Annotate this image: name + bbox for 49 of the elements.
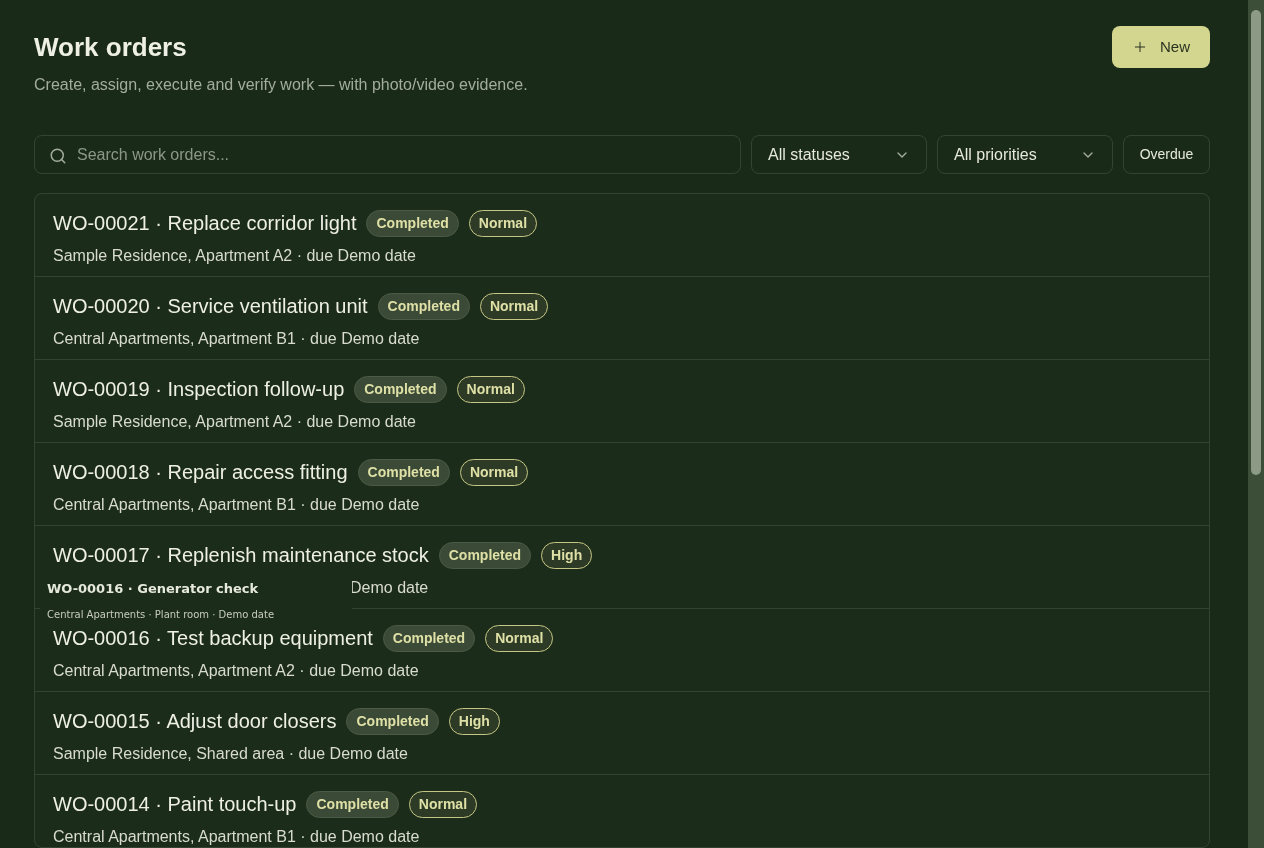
work-order-title: WO-00015 · Adjust door closers bbox=[53, 709, 337, 735]
work-order-title: WO-00017 · Replenish maintenance stock bbox=[53, 543, 429, 569]
work-order-title: WO-00016 · Test backup equipment bbox=[53, 626, 373, 652]
work-order-title: WO-00020 · Service ventilation unit bbox=[53, 294, 368, 320]
priority-dropdown[interactable]: All priorities bbox=[937, 135, 1113, 175]
work-order-title: WO-00021 · Replace corridor light bbox=[53, 211, 357, 237]
search-field[interactable]: Search work orders... bbox=[34, 135, 741, 175]
work-order-title: WO-00019 · Inspection follow-up bbox=[53, 377, 345, 403]
work-order-title: WO-00018 · Repair access fitting bbox=[53, 460, 348, 486]
work-order-row[interactable]: WO-00015 · Adjust door closers Completed High Sample Residence, Shared area · due Demo date bbox=[35, 692, 1209, 776]
work-order-details: Sample Residence, Shared area · due Demo date bbox=[53, 744, 408, 765]
status-tag: Completed bbox=[377, 292, 470, 320]
work-order-title: WO-00014 · Paint touch-up bbox=[53, 792, 297, 818]
priority-tag: Normal bbox=[456, 375, 525, 403]
status-tag: Completed bbox=[382, 624, 476, 652]
status-dropdown[interactable]: All statuses bbox=[751, 135, 927, 175]
priority-tag: High bbox=[541, 541, 593, 569]
priority-tag: Normal bbox=[459, 458, 529, 486]
new-button[interactable]: New bbox=[1112, 26, 1210, 68]
status-tag: Completed bbox=[306, 790, 399, 818]
priority-tag: Normal bbox=[468, 209, 538, 237]
status-tag: Completed bbox=[357, 458, 450, 486]
search-icon bbox=[49, 147, 67, 165]
status-tag: Completed bbox=[354, 375, 447, 403]
work-order-row[interactable]: WO-00014 · Paint touch-up Completed Normal Central Apartments, Apartment B1 · due Demo date bbox=[35, 775, 1209, 847]
work-order-details: Central Apartments, Apartment B1 · due Demo date bbox=[53, 329, 420, 350]
work-order-details: Sample Residence, Apartment A2 · due Demo date bbox=[53, 412, 416, 433]
priority-tag: Normal bbox=[485, 624, 554, 652]
work-order-row[interactable]: WO-00021 · Replace corridor light Completed Normal Sample Residence, Apartment A2 · due Demo date bbox=[35, 194, 1209, 278]
plus-icon bbox=[1132, 39, 1148, 55]
status-tag: Completed bbox=[346, 707, 439, 735]
page-title: Work orders bbox=[34, 31, 188, 64]
status-tag: Completed bbox=[438, 541, 532, 569]
work-order-details: Central Apartments, Apartment B1 · due Demo date bbox=[53, 495, 420, 516]
work-order-row[interactable]: WO-00019 · Inspection follow-up Completed Normal Sample Residence, Apartment A2 · due Demo date bbox=[35, 360, 1209, 444]
drag-preview-details: Central Apartments · Plant room · Demo date bbox=[47, 607, 276, 622]
page-subtitle: Create, assign, execute and verify work — with photo/video evidence. bbox=[34, 75, 528, 95]
work-order-row[interactable]: WO-00020 · Service ventilation unit Completed Normal Central Apartments, Apartment B1 · due Demo date bbox=[35, 277, 1209, 361]
drag-preview-title: WO-00016 · Generator check bbox=[47, 580, 260, 599]
overdue-button[interactable]: Overdue bbox=[1123, 135, 1210, 175]
work-order-details: Central Apartments, Apartment B1 · due Demo date bbox=[53, 827, 420, 847]
priority-tag: Normal bbox=[408, 790, 478, 818]
scrollbar-drawing[interactable] bbox=[1248, 0, 1264, 848]
status-tag: Completed bbox=[366, 209, 459, 237]
work-order-row[interactable]: WO-00018 · Repair access fitting Completed Normal Central Apartments, Apartment B1 · due Demo date bbox=[35, 443, 1209, 527]
work-order-details: Central Apartments, Apartment A2 · due Demo date bbox=[53, 661, 419, 682]
priority-tag: Normal bbox=[479, 292, 549, 320]
priority-tag: High bbox=[448, 707, 500, 735]
work-order-details: Sample Residence, Apartment A2 · due Demo date bbox=[53, 246, 416, 267]
